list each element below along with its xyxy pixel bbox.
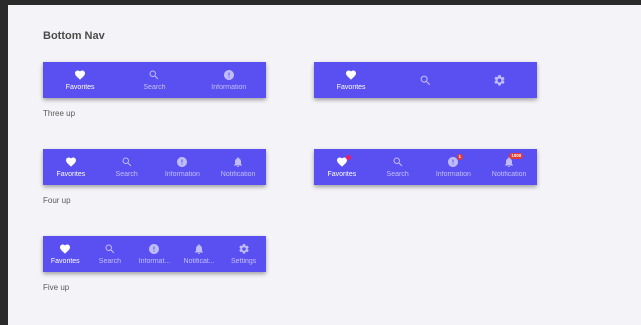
nav-item-information[interactable]: 1 Information: [426, 149, 482, 185]
demo-panel: Bottom Nav Favorites Search Information …: [8, 5, 641, 325]
nav-item-search[interactable]: Search: [117, 62, 191, 98]
heart-icon: [75, 70, 86, 80]
nav-item-search[interactable]: Search: [370, 149, 426, 185]
bottom-nav-four-up-badges: Favorites Search 1 Information 1000 Noti…: [314, 149, 537, 185]
nav-item-label: Information: [211, 84, 247, 91]
page-title: Bottom Nav: [43, 30, 105, 42]
nav-item-label: Informat...: [138, 258, 171, 265]
nav-item-label: Favorites: [50, 258, 80, 265]
search-icon: [105, 244, 115, 254]
nav-item-search[interactable]: Search: [88, 236, 133, 272]
nav-item-label: Search: [386, 171, 409, 178]
nav-item-label: Favorites: [327, 171, 357, 178]
bottom-nav-three-up: Favorites Search Information: [43, 62, 266, 98]
information-badge: 1: [456, 154, 464, 160]
nav-item-label: Notification: [220, 171, 256, 178]
bell-icon: [234, 157, 243, 167]
bottom-nav-four-up: Favorites Search Information Notificatio…: [43, 149, 266, 185]
nav-item-label: Favorites: [56, 171, 86, 178]
info-icon: [177, 157, 188, 167]
caption-five-up: Five up: [43, 283, 70, 292]
nav-item-settings[interactable]: [463, 62, 537, 98]
nav-item-favorites[interactable]: Favorites: [43, 149, 99, 185]
bottom-nav-three-up-icons: Favorites: [314, 62, 537, 98]
nav-item-label: Information: [164, 171, 200, 178]
caption-four-up: Four up: [43, 196, 71, 205]
nav-item-information[interactable]: Information: [155, 149, 211, 185]
nav-item-label: Search: [143, 84, 166, 91]
nav-item-label: Notificat...: [183, 258, 215, 265]
notification-dot: [346, 155, 351, 160]
nav-item-settings[interactable]: Settings: [221, 236, 266, 272]
caption-three-up: Three up: [43, 109, 76, 118]
nav-item-search[interactable]: Search: [99, 149, 155, 185]
search-icon: [393, 157, 402, 167]
gear-icon: [239, 243, 249, 254]
nav-item-notification[interactable]: Notification: [210, 149, 266, 185]
nav-item-favorites[interactable]: Favorites: [314, 62, 388, 98]
nav-item-search[interactable]: [388, 62, 462, 98]
heart-icon: [60, 244, 71, 254]
nav-item-favorites[interactable]: Favorites: [43, 236, 88, 272]
nav-item-information[interactable]: Informat...: [132, 236, 177, 272]
nav-item-favorites[interactable]: Favorites: [314, 149, 370, 185]
nav-item-label: Information: [435, 171, 471, 178]
nav-item-label: Favorites: [336, 84, 366, 91]
nav-item-favorites[interactable]: Favorites: [43, 62, 117, 98]
info-icon: [223, 70, 234, 80]
nav-item-label: Favorites: [65, 84, 95, 91]
heart-icon: [65, 157, 76, 167]
nav-item-label: Settings: [231, 258, 257, 265]
bell-icon: [195, 244, 204, 254]
bottom-nav-five-up: Favorites Search Informat... Notificat..…: [43, 236, 266, 272]
gear-icon: [494, 74, 505, 85]
notification-badge: 1000: [509, 153, 524, 159]
info-icon: [149, 244, 160, 254]
nav-item-information[interactable]: Information: [192, 62, 266, 98]
nav-item-label: Notification: [491, 171, 527, 178]
nav-item-label: Search: [115, 171, 138, 178]
nav-item-notification[interactable]: 1000 Notification: [481, 149, 537, 185]
nav-item-label: Search: [98, 258, 121, 265]
nav-item-notification[interactable]: Notificat...: [177, 236, 222, 272]
search-icon: [122, 157, 131, 167]
heart-icon: [346, 70, 357, 80]
search-icon: [420, 75, 431, 85]
search-icon: [149, 70, 159, 80]
